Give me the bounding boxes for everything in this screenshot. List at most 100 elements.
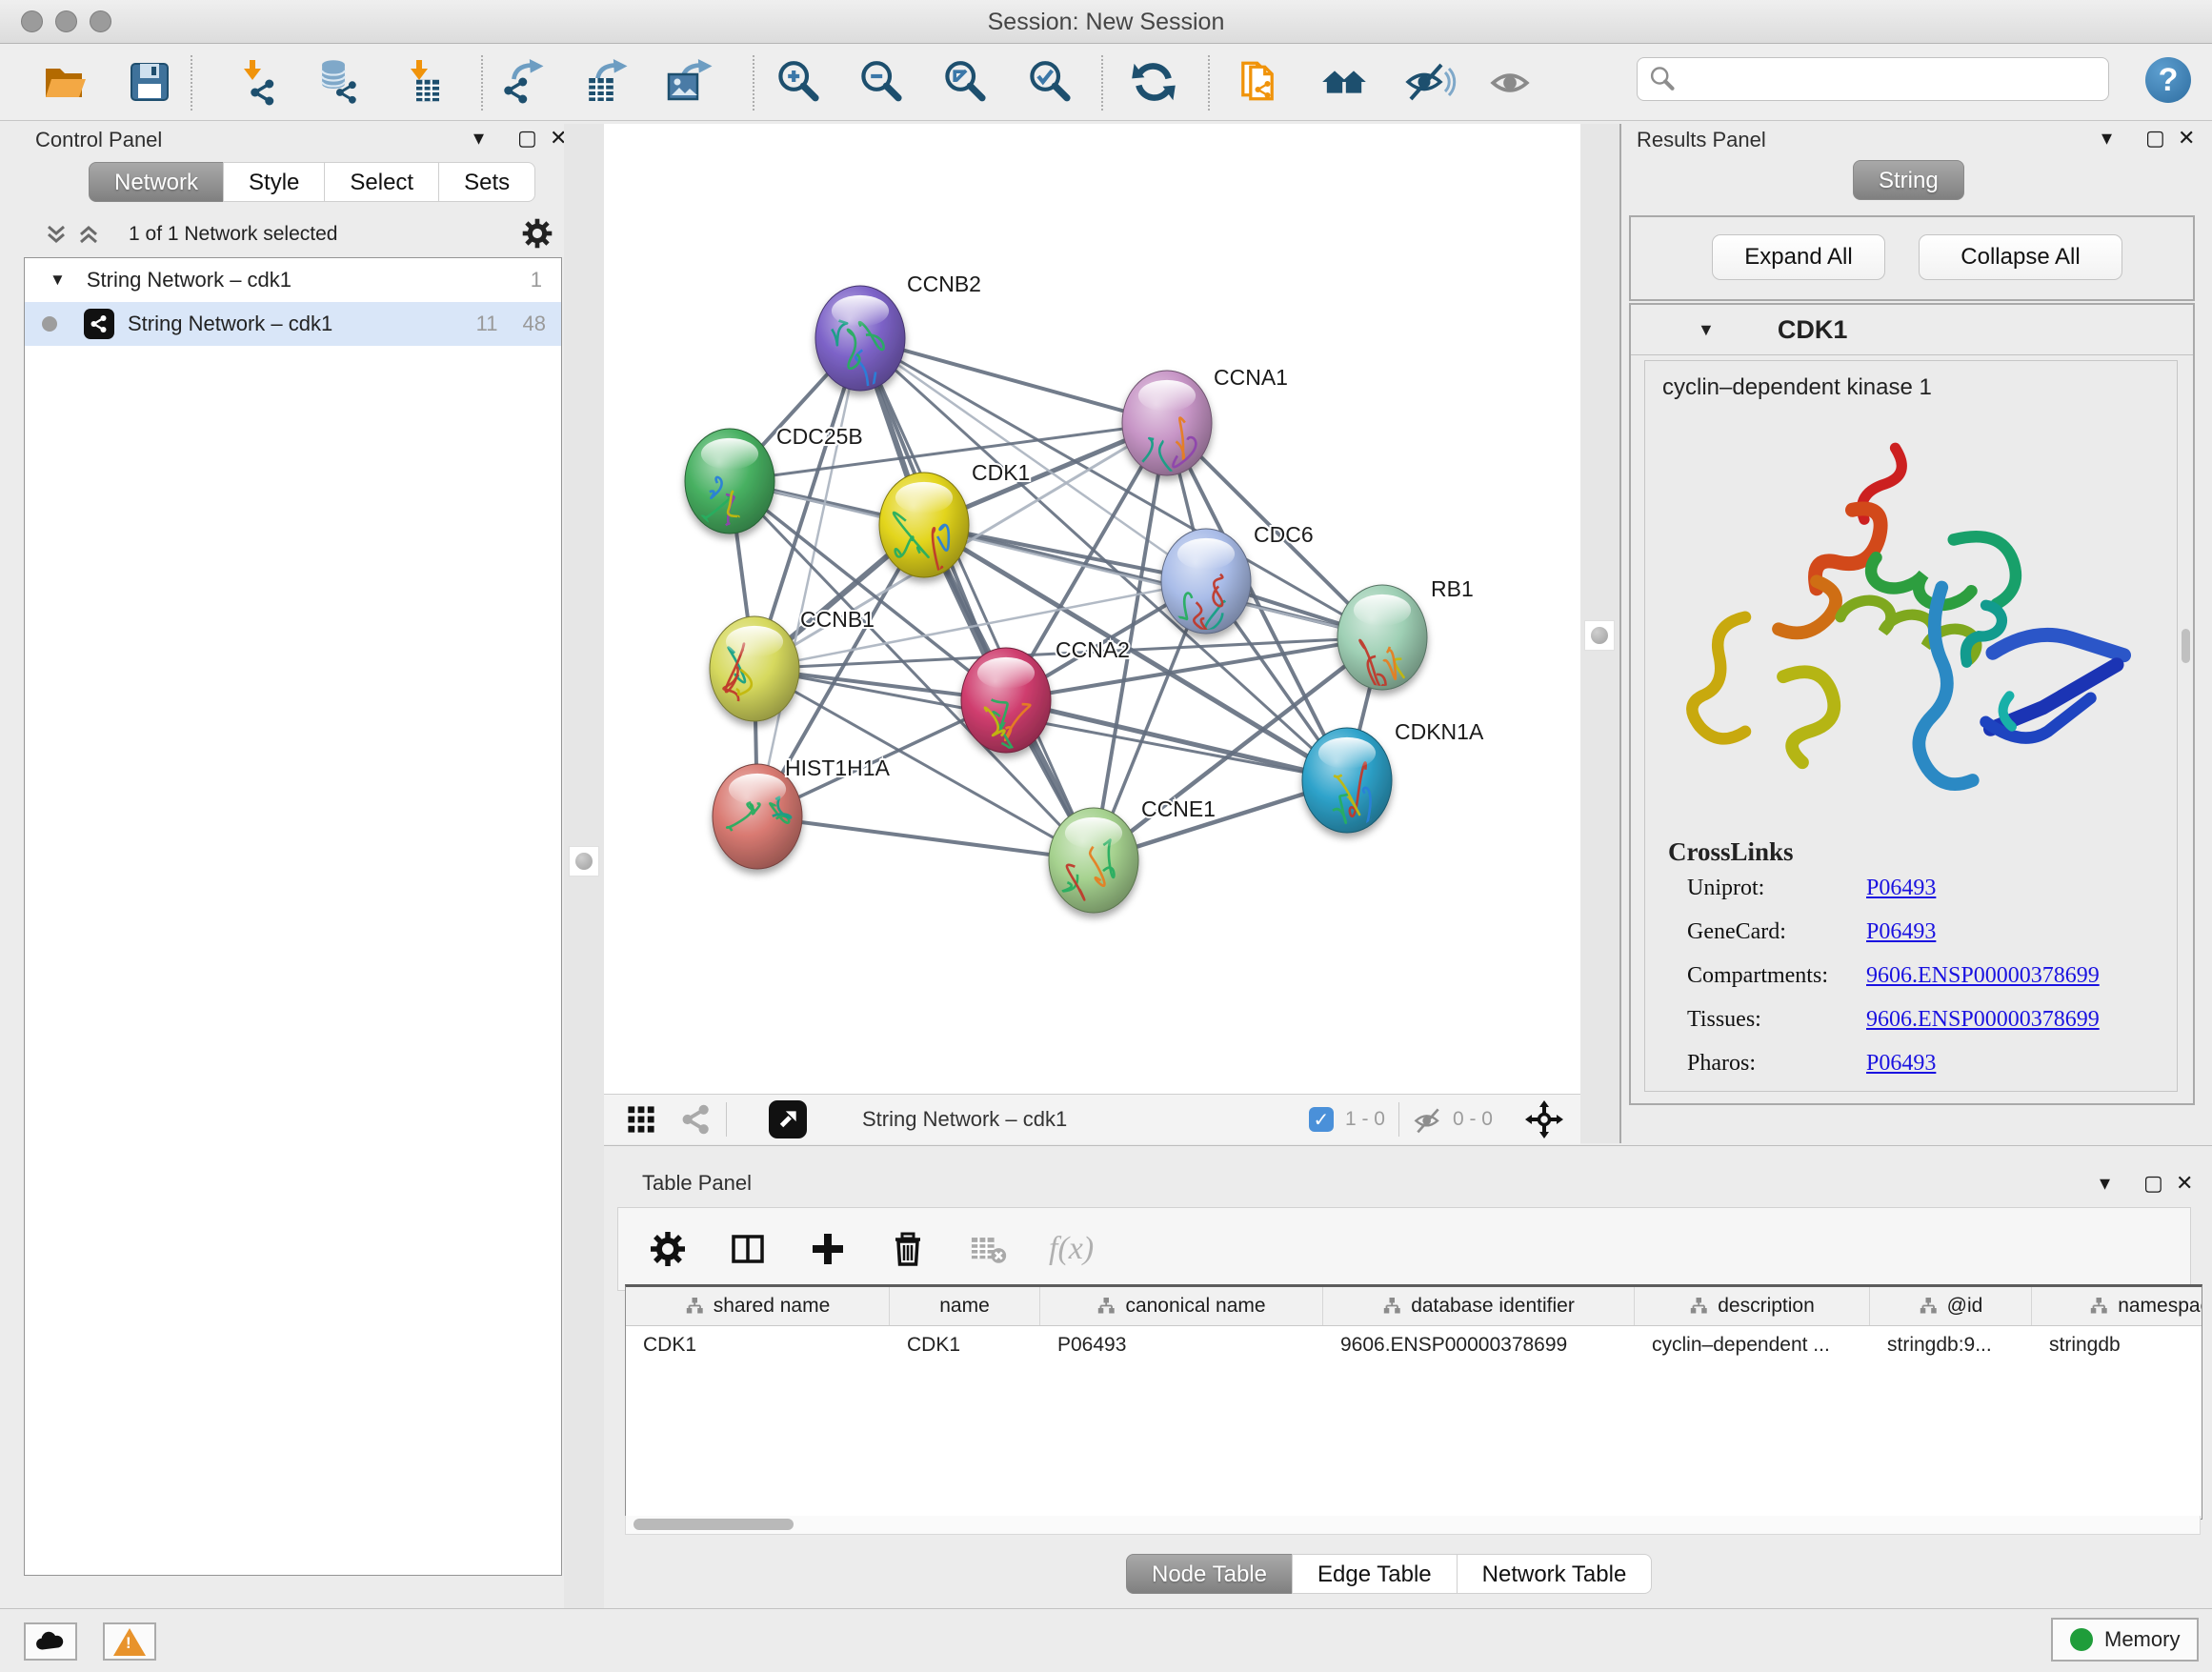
network-panel-gear-button[interactable] (521, 217, 553, 254)
search-box[interactable] (1637, 57, 2109, 101)
results-panel-menu-arrow[interactable]: ▾ (2101, 126, 2112, 151)
crosslink-link[interactable]: P06493 (1866, 876, 1936, 901)
table-cell[interactable]: cyclin–dependent ... (1635, 1326, 1870, 1364)
network-collection-row[interactable]: ▼ String Network – cdk1 1 (25, 258, 561, 302)
network-node-CDKN1A[interactable]: CDKN1A (1302, 719, 1484, 846)
export-table-button[interactable] (584, 59, 630, 105)
results-panel-close-button[interactable]: ✕ (2178, 126, 2195, 151)
tab-style[interactable]: Style (223, 162, 325, 202)
zoom-selected-button[interactable] (1027, 59, 1073, 105)
table-cell[interactable]: 9606.ENSP00000378699 (1323, 1326, 1635, 1364)
protein-section-header[interactable]: ▼ CDK1 (1631, 305, 2193, 355)
network-graph[interactable]: CCNB2CCNA1CDC25BCDK1CDC6RB1CCNB1CCNA2CDK… (604, 124, 1580, 1094)
crosslink-link[interactable]: 9606.ENSP00000378699 (1866, 1007, 2100, 1033)
toolbar-separator (753, 55, 754, 111)
tab-node-table[interactable]: Node Table (1126, 1554, 1293, 1594)
crosslink-link[interactable]: 9606.ENSP00000378699 (1866, 963, 2100, 989)
network-row[interactable]: String Network – cdk1 11 48 (25, 302, 561, 346)
network-canvas[interactable]: CCNB2CCNA1CDC25BCDK1CDC6RB1CCNB1CCNA2CDK… (604, 124, 1580, 1094)
crosslink-link[interactable]: P06493 (1866, 919, 1936, 945)
column-header-name[interactable]: name (890, 1287, 1040, 1325)
help-button[interactable]: ? (2145, 57, 2191, 103)
network-overview-button[interactable] (680, 1103, 713, 1136)
hide-selected-button[interactable] (1405, 59, 1451, 105)
zoom-fit-button[interactable] (942, 59, 988, 105)
network-status-dot-icon (42, 316, 57, 332)
table-panel-menu-arrow[interactable]: ▾ (2100, 1171, 2110, 1196)
network-node-HIST1H1A[interactable]: HIST1H1A (713, 755, 891, 869)
tab-select[interactable]: Select (324, 162, 439, 202)
table-panel-float-button[interactable]: ▢ (2143, 1171, 2163, 1196)
tree-expand-arrow-icon[interactable]: ▼ (50, 271, 66, 290)
memory-button[interactable]: Memory (2051, 1618, 2199, 1662)
first-neighbors-button[interactable] (1321, 59, 1367, 105)
search-input[interactable] (1676, 66, 2080, 92)
table-tabs: Node TableEdge TableNetwork Table (1126, 1554, 1652, 1594)
table-panel-close-button[interactable]: ✕ (2176, 1171, 2193, 1196)
cloud-status-button[interactable] (24, 1622, 77, 1661)
table-horizontal-scrollbar[interactable] (625, 1516, 2201, 1535)
table-cell[interactable]: stringdb:9... (1870, 1326, 2032, 1364)
column-header-namespace[interactable]: namespace (2032, 1287, 2202, 1325)
import-network-database-button[interactable] (315, 59, 361, 105)
show-grid-button[interactable] (625, 1103, 657, 1136)
left-panel-splitter[interactable] (564, 124, 604, 1608)
status-bar: Memory (0, 1608, 2212, 1672)
expand-all-networks-icon[interactable] (75, 221, 102, 252)
section-collapse-arrow-icon[interactable]: ▼ (1698, 320, 1715, 340)
column-header--id[interactable]: @id (1870, 1287, 2032, 1325)
save-session-button[interactable] (127, 59, 172, 105)
column-header-shared-name[interactable]: shared name (626, 1287, 890, 1325)
table-row[interactable]: CDK1CDK1P064939606.ENSP00000378699cyclin… (626, 1326, 2202, 1364)
export-image-button[interactable] (667, 59, 713, 105)
table-gear-button[interactable] (649, 1230, 687, 1268)
import-network-file-button[interactable] (235, 59, 281, 105)
collapse-all-networks-icon[interactable] (43, 221, 70, 252)
control-panel-float-button[interactable]: ▢ (517, 126, 537, 151)
delete-column-button[interactable] (889, 1230, 927, 1268)
network-node-RB1[interactable]: RB1 (1337, 576, 1474, 693)
show-columns-button[interactable] (729, 1230, 767, 1268)
tab-network-table[interactable]: Network Table (1457, 1554, 1653, 1594)
tab-edge-table[interactable]: Edge Table (1292, 1554, 1458, 1594)
warning-icon (113, 1628, 146, 1656)
right-panel-splitter[interactable] (1580, 124, 1619, 1143)
tab-sets[interactable]: Sets (438, 162, 535, 202)
network-node-CCNE1[interactable]: CCNE1 (1049, 796, 1216, 913)
open-session-button[interactable] (42, 59, 88, 105)
network-node-CDC6[interactable]: CDC6 (1161, 522, 1314, 634)
right-splitter-handle[interactable] (1584, 620, 1615, 651)
column-header-database-identifier[interactable]: database identifier (1323, 1287, 1635, 1325)
node-table[interactable]: shared namenamecanonical namedatabase id… (625, 1284, 2202, 1520)
column-header-canonical-name[interactable]: canonical name (1040, 1287, 1323, 1325)
network-node-CCNB2[interactable]: CCNB2 (815, 272, 981, 396)
selected-count-checkbox[interactable]: ✓ (1309, 1107, 1334, 1132)
zoom-in-button[interactable] (775, 59, 821, 105)
table-cell[interactable]: CDK1 (890, 1326, 1040, 1364)
add-column-button[interactable] (809, 1230, 847, 1268)
fit-content-button[interactable] (1525, 1100, 1563, 1138)
copy-network-button[interactable] (1237, 59, 1282, 105)
refresh-network-button[interactable] (1131, 59, 1176, 105)
column-header-description[interactable]: description (1635, 1287, 1870, 1325)
zoom-out-button[interactable] (858, 59, 904, 105)
network-node-CCNA1[interactable]: CCNA1 (1122, 365, 1288, 485)
table-cell[interactable]: CDK1 (626, 1326, 890, 1364)
import-table-button[interactable] (400, 59, 446, 105)
expand-all-button[interactable]: Expand All (1712, 234, 1885, 280)
tab-network[interactable]: Network (89, 162, 224, 202)
table-cell[interactable]: P06493 (1040, 1326, 1323, 1364)
control-panel-menu-arrow[interactable]: ▾ (473, 126, 484, 151)
table-cell[interactable]: stringdb (2032, 1326, 2202, 1364)
warnings-button[interactable] (103, 1622, 156, 1661)
collapse-all-button[interactable]: Collapse All (1919, 234, 2122, 280)
left-splitter-handle[interactable] (569, 846, 599, 876)
table-scrollbar-thumb[interactable] (633, 1519, 794, 1530)
show-all-button[interactable] (1488, 59, 1534, 105)
crosslink-link[interactable]: P06493 (1866, 1051, 1936, 1077)
birds-eye-view-button[interactable] (769, 1100, 807, 1138)
results-panel-float-button[interactable]: ▢ (2145, 126, 2165, 151)
export-network-button[interactable] (500, 59, 546, 105)
tab-string[interactable]: String (1853, 160, 1964, 200)
results-scrollbar-thumb[interactable] (2182, 629, 2190, 663)
